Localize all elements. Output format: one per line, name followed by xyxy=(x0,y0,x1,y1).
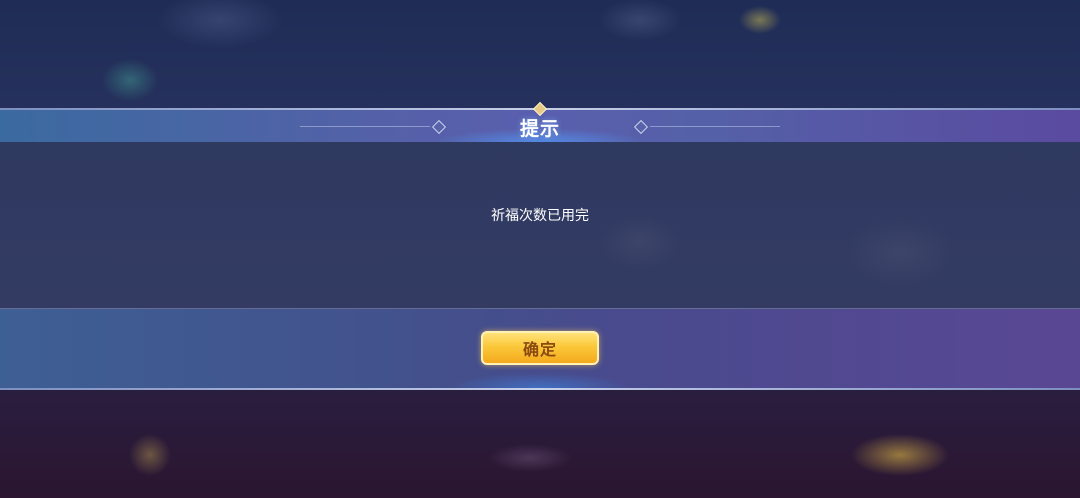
dialog-bottom-border xyxy=(0,388,1080,390)
dialog-footer: 确定 xyxy=(0,309,1080,388)
title-divider-right xyxy=(650,126,780,127)
confirm-button[interactable]: 确定 xyxy=(481,331,599,365)
alert-dialog: 提示 祈福次数已用完 确定 xyxy=(0,101,1080,390)
dialog-message: 祈福次数已用完 xyxy=(491,208,589,224)
dialog-body: 祈福次数已用完 xyxy=(0,142,1080,308)
dialog-title: 提示 xyxy=(519,118,560,140)
dialog-header: 提示 xyxy=(0,101,1080,142)
confirm-button-label: 确定 xyxy=(522,340,557,359)
